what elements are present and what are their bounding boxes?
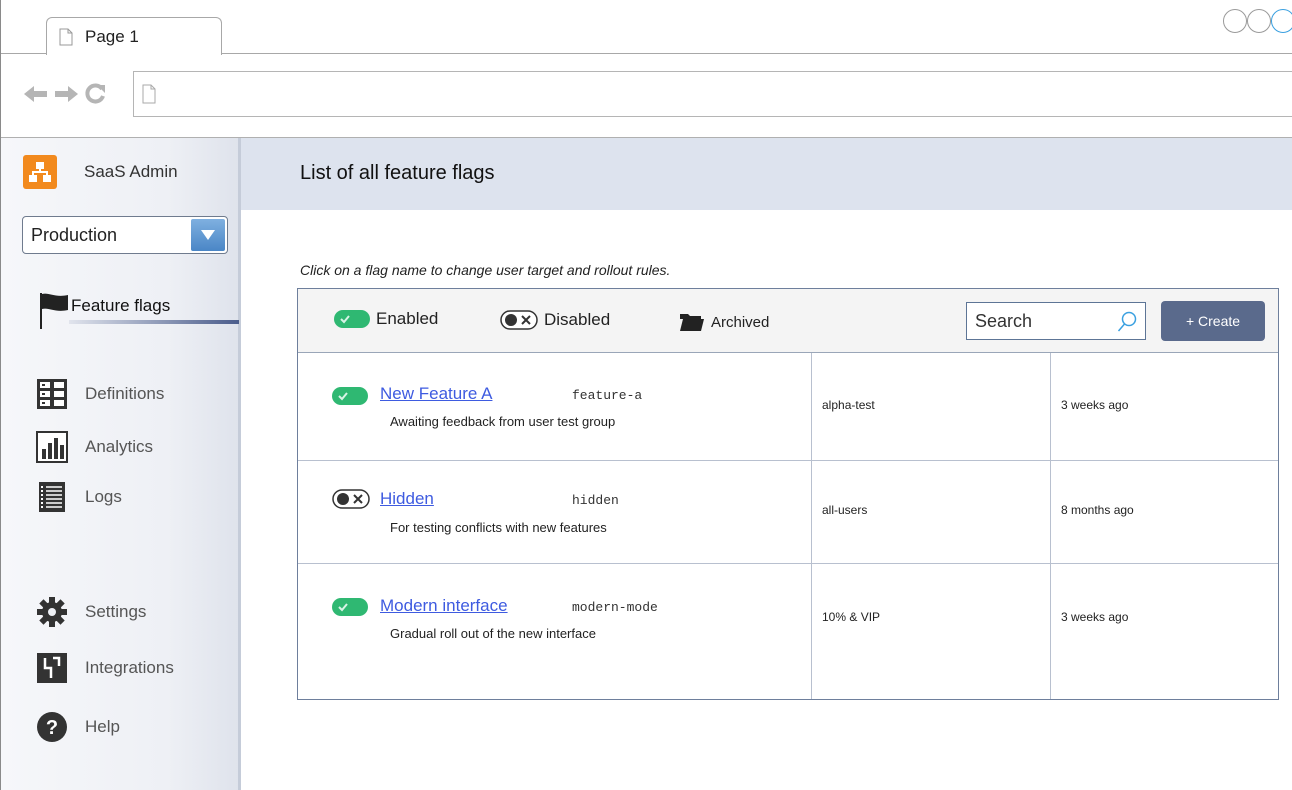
flag-updated: 3 weeks ago	[1061, 398, 1129, 412]
url-bar[interactable]	[133, 71, 1292, 117]
brand[interactable]: SaaS Admin	[23, 155, 178, 189]
flag-name-link[interactable]: Hidden	[380, 489, 434, 509]
browser-nav-buttons	[23, 82, 107, 106]
browser-tab[interactable]: Page 1	[46, 17, 222, 55]
page-title: List of all feature flags	[300, 162, 495, 184]
active-indicator	[69, 320, 239, 324]
feature-flags-table: Enabled Disabled Archived + Create New F…	[297, 288, 1279, 700]
search-box	[966, 302, 1146, 340]
sidebar-item-label: Feature flags	[71, 296, 171, 315]
tab-strip: Page 1	[1, 0, 1292, 55]
toggle-off-icon	[500, 310, 538, 330]
sidebar-item-feature-flags[interactable]: Feature flags	[39, 292, 239, 329]
sidebar-item-integrations[interactable]: Integrations	[35, 650, 174, 686]
sidebar-item-settings[interactable]: Settings	[35, 594, 146, 630]
flag-key: modern-mode	[572, 600, 658, 615]
flag-name-link[interactable]: Modern interface	[380, 596, 508, 616]
filter-enabled[interactable]: Enabled	[334, 309, 438, 329]
flag-key: feature-a	[572, 388, 643, 403]
tab-title: Page 1	[85, 26, 139, 46]
filter-disabled[interactable]: Disabled	[500, 309, 610, 331]
list-icon	[35, 480, 69, 514]
sidebar-item-analytics[interactable]: Analytics	[35, 429, 153, 465]
back-arrow-icon[interactable]	[23, 83, 49, 105]
window-button-3[interactable]	[1271, 9, 1292, 33]
sidebar-item-label: Logs	[85, 487, 122, 506]
brand-name: SaaS Admin	[84, 162, 178, 181]
flag-target: alpha-test	[822, 398, 875, 412]
forward-arrow-icon[interactable]	[53, 83, 79, 105]
svg-text:?: ?	[46, 717, 58, 739]
sidebar-item-label: Integrations	[85, 658, 174, 677]
flag-updated: 8 months ago	[1061, 503, 1134, 517]
target-cell: alpha-test	[812, 353, 1051, 460]
toggle-on-icon	[334, 310, 370, 328]
reload-icon[interactable]	[83, 82, 107, 106]
window-button-2[interactable]	[1247, 9, 1271, 33]
flag-cell: Modern interface modern-mode Gradual rol…	[298, 564, 812, 699]
toggle-on-icon[interactable]	[332, 386, 368, 406]
table-row: New Feature A feature-a Awaiting feedbac…	[298, 353, 1278, 461]
search-icon[interactable]	[1117, 311, 1137, 333]
brand-logo-icon	[23, 155, 57, 189]
table-toolbar: Enabled Disabled Archived + Create	[298, 289, 1278, 353]
target-cell: all-users	[812, 461, 1051, 563]
flag-description: For testing conflicts with new features	[390, 520, 607, 535]
flag-name-link[interactable]: New Feature A	[380, 384, 492, 404]
window-button-1[interactable]	[1223, 9, 1247, 33]
updated-cell: 8 months ago	[1051, 461, 1278, 563]
target-cell: 10% & VIP	[812, 564, 1051, 699]
main-header: List of all feature flags	[241, 138, 1292, 210]
filter-archived[interactable]: Archived	[679, 311, 769, 333]
sidebar-item-label: Help	[85, 717, 120, 736]
page-icon	[142, 84, 156, 104]
table-row: Hidden hidden For testing conflicts with…	[298, 461, 1278, 564]
flag-description: Awaiting feedback from user test group	[390, 414, 616, 429]
sidebar-item-definitions[interactable]: Definitions	[35, 376, 164, 412]
flag-key: hidden	[572, 493, 619, 508]
chevron-down-icon[interactable]	[191, 219, 225, 251]
sidebar-item-label: Settings	[85, 602, 147, 621]
updated-cell: 3 weeks ago	[1051, 564, 1278, 699]
filter-archived-label: Archived	[711, 313, 770, 331]
flag-cell: New Feature A feature-a Awaiting feedbac…	[298, 353, 812, 460]
table-row: Modern interface modern-mode Gradual rol…	[298, 564, 1278, 699]
integrations-icon	[35, 651, 69, 685]
sidebar-item-logs[interactable]: Logs	[35, 479, 122, 515]
toggle-on-icon[interactable]	[332, 597, 368, 617]
environment-value: Production	[31, 224, 118, 245]
updated-cell: 3 weeks ago	[1051, 353, 1278, 460]
flag-target: all-users	[822, 503, 868, 517]
sidebar: SaaS Admin Production Feature flags Defi…	[0, 138, 241, 790]
search-input[interactable]	[967, 303, 1107, 339]
flag-updated: 3 weeks ago	[1061, 610, 1129, 624]
sidebar-item-help[interactable]: ? Help	[35, 709, 120, 745]
gear-icon	[35, 595, 69, 629]
flag-target: 10% & VIP	[822, 610, 881, 624]
sidebar-item-label: Definitions	[85, 384, 165, 403]
flag-icon	[40, 293, 68, 329]
bar-chart-icon	[35, 430, 69, 464]
page-icon	[59, 28, 73, 45]
browser-chrome: Page 1	[0, 0, 1292, 138]
create-button[interactable]: + Create	[1161, 301, 1265, 341]
sidebar-item-label: Analytics	[85, 437, 154, 456]
toggle-off-icon[interactable]	[332, 488, 370, 510]
environment-select[interactable]: Production	[22, 216, 228, 254]
instruction-text: Click on a flag name to change user targ…	[300, 262, 671, 278]
definitions-icon	[35, 377, 69, 411]
flag-description: Gradual roll out of the new interface	[390, 626, 596, 641]
help-icon: ?	[35, 710, 69, 744]
folder-icon	[680, 314, 704, 331]
flag-cell: Hidden hidden For testing conflicts with…	[298, 461, 812, 563]
filter-enabled-label: Enabled	[376, 309, 439, 328]
filter-disabled-label: Disabled	[544, 310, 611, 329]
